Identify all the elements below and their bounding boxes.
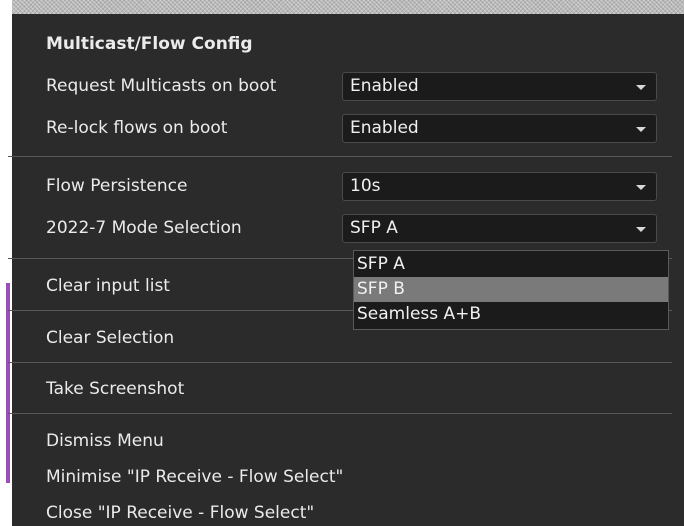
accent-bar (6, 283, 10, 483)
chevron-down-icon (636, 85, 646, 90)
take-screenshot-item[interactable]: Take Screenshot (46, 379, 184, 399)
chevron-down-icon (636, 127, 646, 132)
divider (8, 413, 672, 414)
mode-selection-label: 2022-7 Mode Selection (46, 218, 242, 238)
dropdown-option-seamless[interactable]: Seamless A+B (354, 302, 668, 327)
mode-selection-value: SFP A (350, 218, 398, 238)
request-multicasts-select[interactable]: Enabled (342, 72, 657, 101)
request-multicasts-value: Enabled (350, 76, 419, 96)
relock-flows-label: Re-lock flows on boot (46, 118, 228, 138)
section-title: Multicast/Flow Config (46, 34, 253, 54)
flow-persistence-value: 10s (350, 176, 381, 196)
dismiss-menu-item[interactable]: Dismiss Menu (46, 431, 164, 451)
request-multicasts-label: Request Multicasts on boot (46, 76, 277, 96)
flow-persistence-label: Flow Persistence (46, 176, 188, 196)
chevron-down-icon (636, 185, 646, 190)
dropdown-option-sfp-b[interactable]: SFP B (354, 277, 668, 302)
relock-flows-select[interactable]: Enabled (342, 114, 657, 143)
mode-selection-select[interactable]: SFP A (342, 214, 657, 243)
clear-selection-item[interactable]: Clear Selection (46, 328, 174, 348)
flow-persistence-select[interactable]: 10s (342, 172, 657, 201)
left-edge (0, 0, 12, 526)
chevron-down-icon (636, 227, 646, 232)
clear-input-list-item[interactable]: Clear input list (46, 276, 170, 296)
close-item[interactable]: Close "IP Receive - Flow Select" (46, 503, 314, 523)
mode-selection-dropdown: SFP A SFP B Seamless A+B (353, 250, 669, 330)
dropdown-option-sfp-a[interactable]: SFP A (354, 252, 668, 277)
divider (8, 362, 672, 363)
minimise-item[interactable]: Minimise "IP Receive - Flow Select" (46, 467, 343, 487)
relock-flows-value: Enabled (350, 118, 419, 138)
title-strip (12, 0, 684, 14)
divider (8, 156, 672, 157)
